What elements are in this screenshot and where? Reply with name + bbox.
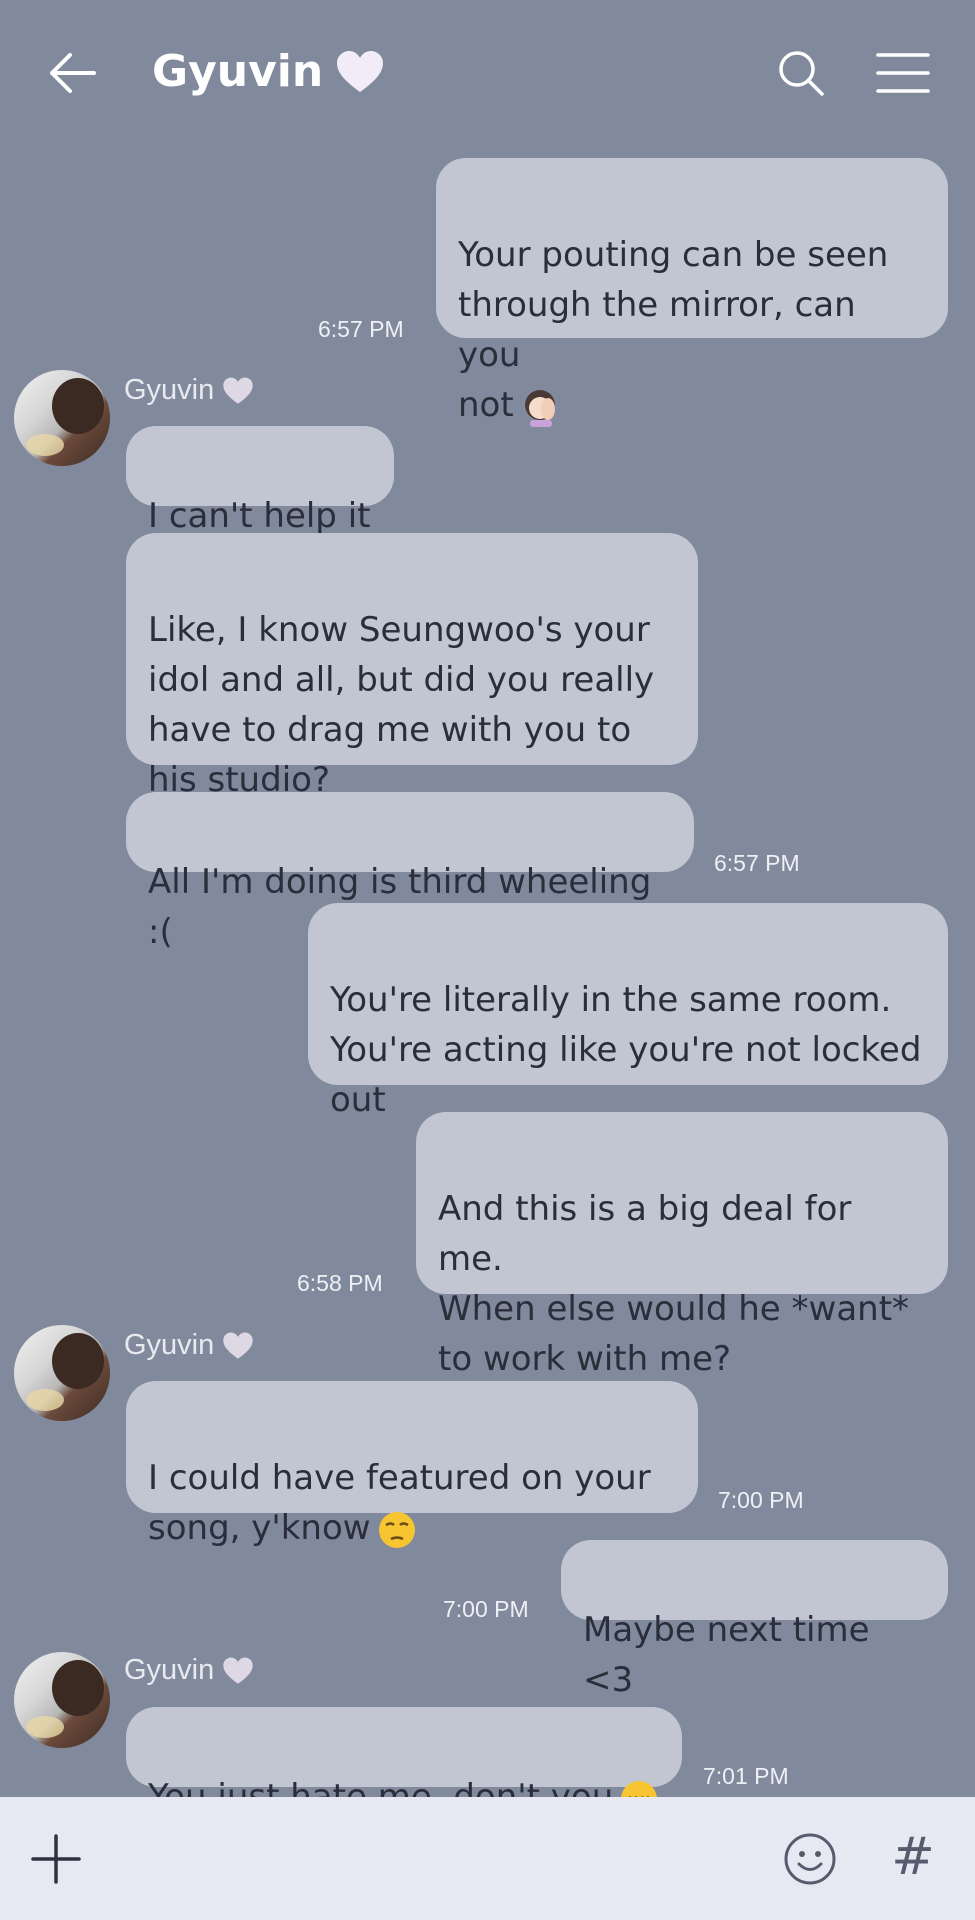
- white-heart-icon: [223, 1332, 253, 1359]
- white-heart-icon: [337, 50, 384, 92]
- contact-avatar[interactable]: [14, 1325, 110, 1421]
- white-heart-icon: [223, 1657, 253, 1684]
- emoji-button[interactable]: [782, 1831, 838, 1887]
- message-text: I can't help it: [148, 496, 371, 536]
- message-timestamp: 6:57 PM: [318, 316, 404, 342]
- chat-header: Gyuvin: [0, 0, 975, 150]
- attach-button[interactable]: [30, 1833, 82, 1885]
- menu-button[interactable]: [876, 52, 930, 94]
- sender-name: Gyuvin: [124, 374, 254, 407]
- outgoing-message-bubble[interactable]: Your pouting can be seen through the mir…: [436, 158, 948, 427]
- arrow-left-icon: [50, 53, 96, 93]
- outgoing-message-bubble[interactable]: You're literally in the same room. You'r…: [308, 903, 948, 1120]
- contact-avatar[interactable]: [14, 370, 110, 466]
- outgoing-message-bubble[interactable]: Maybe next time <3: [561, 1540, 948, 1700]
- message-timestamp: 6:57 PM: [714, 850, 800, 876]
- unamused-face-emoji: [378, 1511, 415, 1548]
- message-input-bar: #: [0, 1797, 975, 1920]
- message-timestamp: 7:00 PM: [718, 1487, 804, 1513]
- incoming-message-bubble[interactable]: I can't help it: [126, 426, 394, 536]
- message-text: Like, I know Seungwoo's your idol and al…: [148, 610, 655, 800]
- search-button[interactable]: [776, 48, 826, 98]
- chat-title[interactable]: Gyuvin: [152, 46, 385, 97]
- white-heart-icon: [223, 377, 253, 404]
- woman-facepalming-emoji: [524, 389, 555, 427]
- incoming-message-bubble[interactable]: You just hate me, don't you: [126, 1707, 682, 1817]
- plus-icon: [31, 1834, 81, 1884]
- message-timestamp: 7:00 PM: [443, 1596, 529, 1622]
- sender-name: Gyuvin: [124, 1654, 254, 1687]
- hamburger-menu-icon: [876, 53, 930, 93]
- contact-avatar[interactable]: [14, 1652, 110, 1748]
- outgoing-message-bubble[interactable]: And this is a big deal for me. When else…: [416, 1112, 948, 1379]
- incoming-message-bubble[interactable]: All I'm doing is third wheeling :(: [126, 792, 694, 952]
- incoming-message-bubble[interactable]: Like, I know Seungwoo's your idol and al…: [126, 533, 698, 800]
- smiley-icon: [784, 1833, 836, 1885]
- back-button[interactable]: [44, 48, 104, 98]
- message-timestamp: 7:01 PM: [703, 1763, 789, 1789]
- sender-name: Gyuvin: [124, 1329, 254, 1362]
- search-icon: [779, 51, 824, 96]
- incoming-message-bubble[interactable]: I could have featured on your song, y'kn…: [126, 1381, 698, 1548]
- contact-name: Gyuvin: [152, 46, 324, 97]
- message-text: And this is a big deal for me. When else…: [438, 1189, 910, 1379]
- hashtag-button[interactable]: #: [888, 1825, 938, 1889]
- message-text: You're literally in the same room. You'r…: [330, 980, 922, 1120]
- message-text: Maybe next time <3: [583, 1610, 870, 1700]
- message-timestamp: 6:58 PM: [297, 1270, 383, 1296]
